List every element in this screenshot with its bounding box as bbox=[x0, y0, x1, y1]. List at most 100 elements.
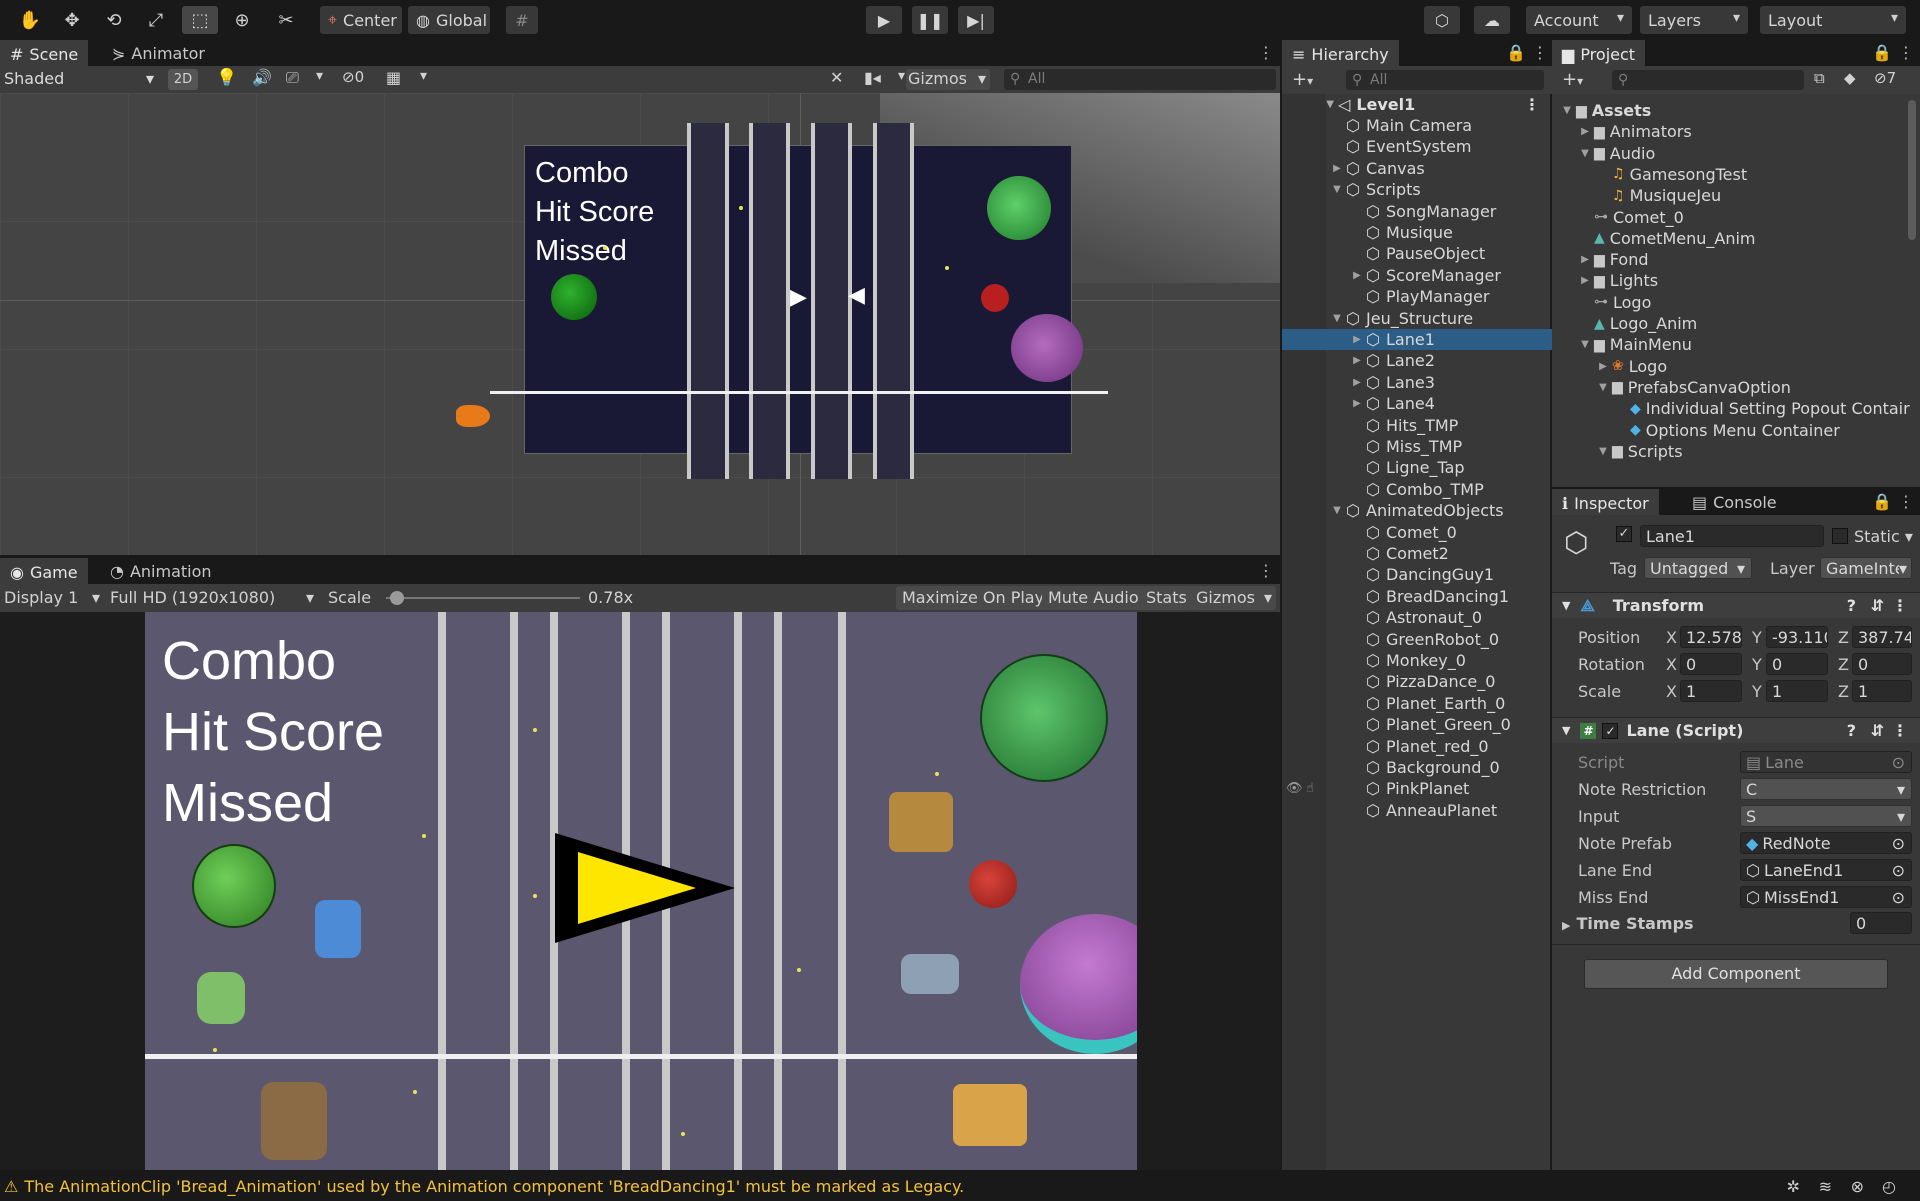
scene-menu-icon[interactable]: ⋮ bbox=[1258, 43, 1274, 62]
scene-root-menu-icon[interactable]: ⋮ bbox=[1524, 95, 1540, 114]
static-label[interactable]: Static ▾ bbox=[1854, 527, 1913, 546]
2d-toggle[interactable]: 2D bbox=[168, 69, 198, 90]
expand-arrow-icon[interactable]: ▶ bbox=[1330, 163, 1344, 174]
project-item[interactable]: ◆ Options Menu Container bbox=[1614, 420, 1840, 441]
expand-arrow-icon[interactable]: ▼ bbox=[1578, 339, 1592, 350]
create-button[interactable]: +▾ bbox=[1292, 69, 1313, 90]
shading-mode-dropdown[interactable]: Shaded ▾ bbox=[4, 69, 154, 90]
space-toggle[interactable]: ◍ Global bbox=[408, 6, 490, 34]
pause-button[interactable]: ❚❚ bbox=[912, 6, 948, 34]
help-icon[interactable]: ? bbox=[1847, 596, 1856, 615]
project-item[interactable]: ▼ ▆ Assets bbox=[1560, 100, 1651, 121]
camera-dropdown-icon[interactable]: ▾ bbox=[898, 68, 905, 84]
project-search-input[interactable]: ⚲ bbox=[1612, 70, 1804, 90]
scale-slider-thumb[interactable] bbox=[389, 591, 404, 605]
project-item[interactable]: ▶ ▆ Fond bbox=[1578, 249, 1648, 270]
tab-project[interactable]: ▆ Project bbox=[1552, 40, 1646, 66]
hierarchy-item[interactable]: ▶ ⬡ Lane1 bbox=[1282, 329, 1552, 350]
pivot-toggle[interactable]: ⌖ Center bbox=[320, 6, 402, 34]
tools-icon[interactable]: ✕ bbox=[830, 68, 843, 87]
add-component-button[interactable]: Add Component bbox=[1584, 959, 1888, 989]
project-menu-icon[interactable]: ⋮ bbox=[1898, 43, 1914, 62]
hierarchy-item[interactable]: ⬡ EventSystem bbox=[1282, 136, 1552, 157]
transform-tool-icon[interactable]: ⊕ bbox=[224, 6, 260, 34]
hierarchy-item[interactable]: ▼ ⬡ Jeu_Structure bbox=[1282, 308, 1552, 329]
hierarchy-item[interactable]: ⬡ Background_0 bbox=[1282, 757, 1552, 778]
position-z-field[interactable]: 387.74 bbox=[1852, 626, 1912, 648]
expand-arrow-icon[interactable]: ▶ bbox=[1578, 254, 1592, 265]
project-item[interactable]: ▼ ▆ Scripts bbox=[1596, 441, 1682, 462]
filter-label-icon[interactable]: ◆ bbox=[1844, 69, 1856, 87]
audio-icon[interactable]: 🔊 bbox=[252, 68, 272, 87]
resolution-dropdown[interactable]: Full HD (1920x1080) ▾ bbox=[110, 588, 314, 607]
game-view[interactable]: Combo Hit Score Missed bbox=[0, 612, 1280, 1170]
hierarchy-item[interactable]: 👁 ☝ ⬡ PinkPlanet bbox=[1282, 778, 1552, 799]
time-stamps-size-field[interactable]: 0 bbox=[1850, 912, 1912, 934]
hierarchy-item[interactable]: ⬡ Monkey_0 bbox=[1282, 650, 1552, 671]
project-item[interactable]: ▶ ❀ Logo bbox=[1596, 356, 1667, 377]
hierarchy-item[interactable]: ⬡ Hits_TMP bbox=[1282, 415, 1552, 436]
tag-dropdown[interactable]: Untagged ▾ bbox=[1644, 557, 1752, 579]
project-item[interactable]: ♫ MusiqueJeu bbox=[1596, 185, 1721, 206]
rotation-x-field[interactable]: 0 bbox=[1680, 653, 1742, 675]
hierarchy-item[interactable]: ⬡ AnneauPlanet bbox=[1282, 800, 1552, 821]
expand-arrow-icon[interactable]: ▶ bbox=[1350, 270, 1364, 281]
expand-arrow-icon[interactable]: ▶ bbox=[1350, 398, 1364, 409]
hierarchy-item[interactable]: ⬡ Comet2 bbox=[1282, 543, 1552, 564]
lock-icon[interactable]: 🔒 bbox=[1872, 43, 1892, 62]
scale-y-field[interactable]: 1 bbox=[1766, 680, 1828, 702]
hierarchy-item[interactable]: ⬡ Musique bbox=[1282, 222, 1552, 243]
object-picker-icon[interactable]: ⊙ bbox=[1892, 861, 1905, 880]
debug-icon[interactable]: ✲ bbox=[1787, 1177, 1800, 1196]
rotate-tool-icon[interactable]: ⟲ bbox=[96, 6, 132, 34]
scene-search-input[interactable]: ⚲ All bbox=[1004, 69, 1276, 90]
progress-icon[interactable]: ◴ bbox=[1882, 1177, 1896, 1196]
mute-audio-button[interactable]: Mute Audio bbox=[1042, 586, 1145, 610]
project-item[interactable]: ▼ ▆ Audio bbox=[1578, 143, 1655, 164]
layout-dropdown[interactable]: Layout bbox=[1760, 6, 1906, 34]
scene-root-row[interactable]: ▼ ◁ Level1 ⋮ bbox=[1282, 94, 1552, 115]
expand-arrow-icon[interactable]: ▶ bbox=[1350, 377, 1364, 388]
preset-icon[interactable]: ⇵ bbox=[1871, 721, 1884, 740]
hierarchy-item[interactable]: ⬡ Planet_Green_0 bbox=[1282, 714, 1552, 735]
game-menu-icon[interactable]: ⋮ bbox=[1258, 561, 1274, 580]
expand-arrow-icon[interactable]: ▼ bbox=[1596, 382, 1610, 393]
expand-arrow-icon[interactable]: ▼ bbox=[1330, 184, 1344, 195]
hierarchy-item[interactable]: ▶ ⬡ ScoreManager bbox=[1282, 265, 1552, 286]
project-item[interactable]: ▶ ▆ Lights bbox=[1578, 270, 1658, 291]
grid-snap-button[interactable]: # bbox=[506, 6, 538, 34]
hierarchy-item[interactable]: ⬡ DancingGuy1 bbox=[1282, 564, 1552, 585]
note-prefab-field[interactable]: ◆ RedNote ⊙ bbox=[1740, 832, 1912, 854]
project-scrollbar[interactable] bbox=[1908, 100, 1916, 240]
tab-animation[interactable]: ◔ Animation bbox=[100, 558, 222, 584]
expand-arrow-icon[interactable]: ▼ bbox=[1330, 313, 1344, 324]
hierarchy-item[interactable]: ▶ ⬡ Lane2 bbox=[1282, 350, 1552, 371]
grid-visibility-icon[interactable]: ▦ bbox=[386, 68, 401, 87]
hierarchy-item[interactable]: ⬡ PlayManager bbox=[1282, 286, 1552, 307]
lock-icon[interactable]: 🔒 bbox=[1872, 492, 1892, 511]
visibility-toggle[interactable]: ⊘0 bbox=[342, 68, 364, 86]
tab-console[interactable]: ▤ Console bbox=[1682, 489, 1787, 515]
inspector-menu-icon[interactable]: ⋮ bbox=[1898, 492, 1914, 511]
miss-end-field[interactable]: ⬡ MissEnd1 ⊙ bbox=[1740, 886, 1912, 908]
component-enabled-checkbox[interactable]: ✓ bbox=[1602, 722, 1619, 739]
position-y-field[interactable]: -93.110 bbox=[1766, 626, 1828, 648]
maximize-on-play-button[interactable]: Maximize On Play bbox=[896, 586, 1051, 610]
expand-arrow-icon[interactable]: ▶ bbox=[1350, 355, 1364, 366]
display-dropdown[interactable]: Display 1 ▾ bbox=[4, 588, 100, 607]
project-item[interactable]: ▼ ▆ MainMenu bbox=[1578, 334, 1692, 355]
input-dropdown[interactable]: S ▾ bbox=[1740, 805, 1912, 827]
custom-tool-icon[interactable]: ✂ bbox=[268, 6, 304, 34]
filter-type-icon[interactable]: ⧉ bbox=[1814, 69, 1825, 87]
layers-stack-icon[interactable]: ≋ bbox=[1819, 1177, 1832, 1196]
stats-button[interactable]: Stats bbox=[1140, 586, 1193, 610]
hierarchy-item[interactable]: ▶ ⬡ Lane4 bbox=[1282, 393, 1552, 414]
lane-end-field[interactable]: ⬡ LaneEnd1 ⊙ bbox=[1740, 859, 1912, 881]
note-restriction-dropdown[interactable]: C ▾ bbox=[1740, 778, 1912, 800]
scene-view[interactable]: Combo Hit Score Missed ▶ ◀ bbox=[0, 93, 1280, 555]
hierarchy-item[interactable]: ▶ ⬡ Canvas bbox=[1282, 158, 1552, 179]
hierarchy-item[interactable]: ⬡ Planet_Earth_0 bbox=[1282, 693, 1552, 714]
grid-dropdown-icon[interactable]: ▾ bbox=[420, 68, 427, 84]
tab-animator[interactable]: ⋟ Animator bbox=[102, 40, 215, 66]
step-button[interactable]: ▶| bbox=[958, 6, 994, 34]
